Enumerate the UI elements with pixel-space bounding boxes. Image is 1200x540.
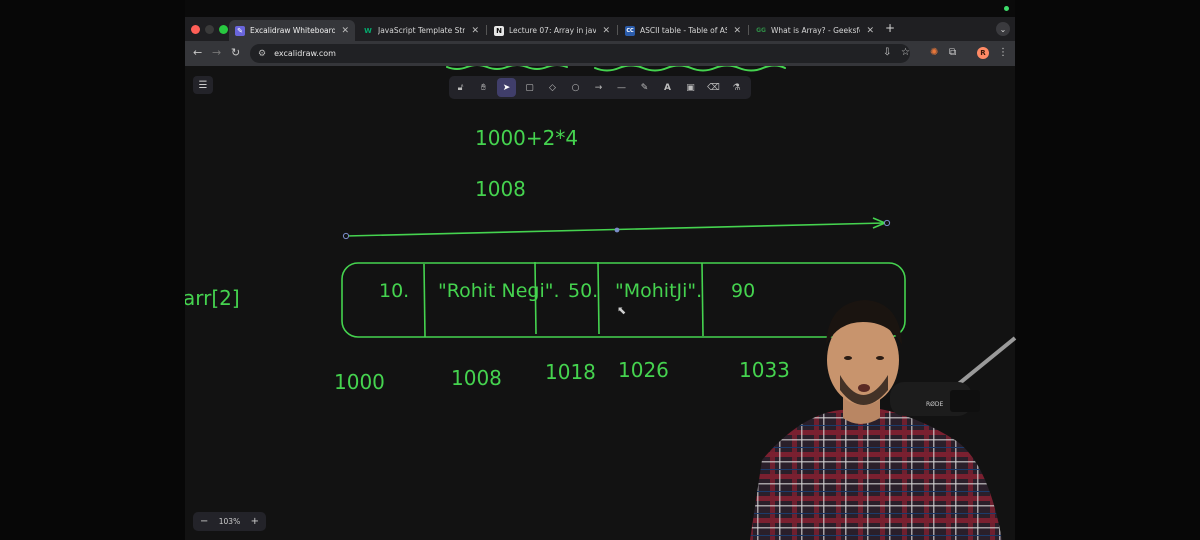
url-text: excalidraw.com <box>274 49 336 58</box>
tab-excalidraw[interactable]: ✎ Excalidraw Whiteboard ✕ <box>229 20 355 41</box>
excalidraw-icon: ✎ <box>235 25 245 36</box>
tab-ascii-table[interactable]: CC ASCII table - Table of ASCII c ✕ <box>619 20 747 41</box>
tab-title: ASCII table - Table of ASCII c <box>640 26 728 35</box>
notion-icon: N <box>494 25 504 36</box>
tab-title: What is Array? - GeeksforGe <box>771 26 860 35</box>
tab-geeksforgeeks[interactable]: GG What is Array? - GeeksforGe ✕ <box>750 20 880 41</box>
video-frame-left <box>0 0 185 540</box>
array-cell[interactable]: "MohitJi". <box>615 280 702 302</box>
array-label[interactable]: arr[2] <box>185 286 240 310</box>
svg-text:RØDE: RØDE <box>926 401 944 408</box>
install-app-icon[interactable]: ⇩ <box>883 47 891 59</box>
zoom-out-button[interactable]: − <box>200 516 208 527</box>
zoom-level[interactable]: 103% <box>219 517 240 526</box>
address-label[interactable]: 1000 <box>334 370 385 394</box>
close-window-button[interactable] <box>191 25 200 34</box>
camera-indicator-icon <box>1004 6 1009 11</box>
close-tab-icon[interactable]: ✕ <box>471 26 479 36</box>
maximize-window-button[interactable] <box>219 25 228 34</box>
url-input[interactable]: ⚙ excalidraw.com <box>250 44 910 63</box>
tab-separator <box>617 25 618 35</box>
address-label[interactable]: 1026 <box>618 358 669 382</box>
address-bar: ← → ↻ ⚙ excalidraw.com ⇩ ☆ ✺ ⧉ R ⋮ <box>185 41 1015 66</box>
tab-title: Excalidraw Whiteboard <box>250 26 336 35</box>
presenter-webcam: RØDE <box>750 300 1017 540</box>
mouse-cursor-icon: ⬉ <box>617 304 627 317</box>
address-label[interactable]: 1018 <box>545 360 596 384</box>
minimize-window-button[interactable] <box>205 25 214 34</box>
array-cell[interactable]: 10. <box>379 280 409 302</box>
tab-strip: ✎ Excalidraw Whiteboard ✕ W JavaScript T… <box>185 17 1015 41</box>
tab-separator <box>486 25 487 35</box>
array-cell[interactable]: 50. <box>568 280 598 302</box>
tab-title: Lecture 07: Array in javascrip <box>509 26 597 35</box>
profile-avatar[interactable]: R <box>977 47 989 59</box>
tab-title: JavaScript Template Strings <box>378 26 466 35</box>
forward-icon[interactable]: → <box>212 46 221 60</box>
geeksforgeeks-icon: GG <box>756 27 766 34</box>
tab-lecture-07[interactable]: N Lecture 07: Array in javascrip ✕ <box>488 20 616 41</box>
extension-icon[interactable]: ✺ <box>930 47 938 59</box>
zoom-in-button[interactable]: + <box>251 516 259 527</box>
bookmark-star-icon[interactable]: ☆ <box>901 47 910 59</box>
w3schools-icon: W <box>364 26 372 35</box>
arrow-handle-start <box>342 232 350 240</box>
tab-template-strings[interactable]: W JavaScript Template Strings ✕ <box>357 20 485 41</box>
array-cell[interactable]: "Rohit Negi". <box>438 280 560 302</box>
presenter-shirt <box>750 408 1002 540</box>
arrow-handle-mid <box>614 227 620 233</box>
arrow-handle-end <box>883 219 891 227</box>
tab-search-button[interactable]: ⌄ <box>996 22 1010 36</box>
new-tab-button[interactable]: + <box>885 21 895 35</box>
cell-divider <box>423 263 426 338</box>
zoom-control: − 103% + <box>193 512 266 531</box>
back-icon[interactable]: ← <box>193 46 202 60</box>
site-settings-icon[interactable]: ⚙ <box>258 49 266 59</box>
close-tab-icon[interactable]: ✕ <box>866 26 874 36</box>
extensions-puzzle-icon[interactable]: ⧉ <box>949 47 956 59</box>
close-tab-icon[interactable]: ✕ <box>602 26 610 36</box>
more-menu-icon[interactable]: ⋮ <box>998 47 1008 59</box>
tab-separator <box>748 25 749 35</box>
ascii-table-icon: CC <box>625 25 635 36</box>
address-label[interactable]: 1008 <box>451 366 502 390</box>
video-frame-right <box>1015 0 1200 540</box>
close-tab-icon[interactable]: ✕ <box>733 26 741 36</box>
reload-icon[interactable]: ↻ <box>231 46 240 60</box>
close-tab-icon[interactable]: ✕ <box>341 26 349 36</box>
